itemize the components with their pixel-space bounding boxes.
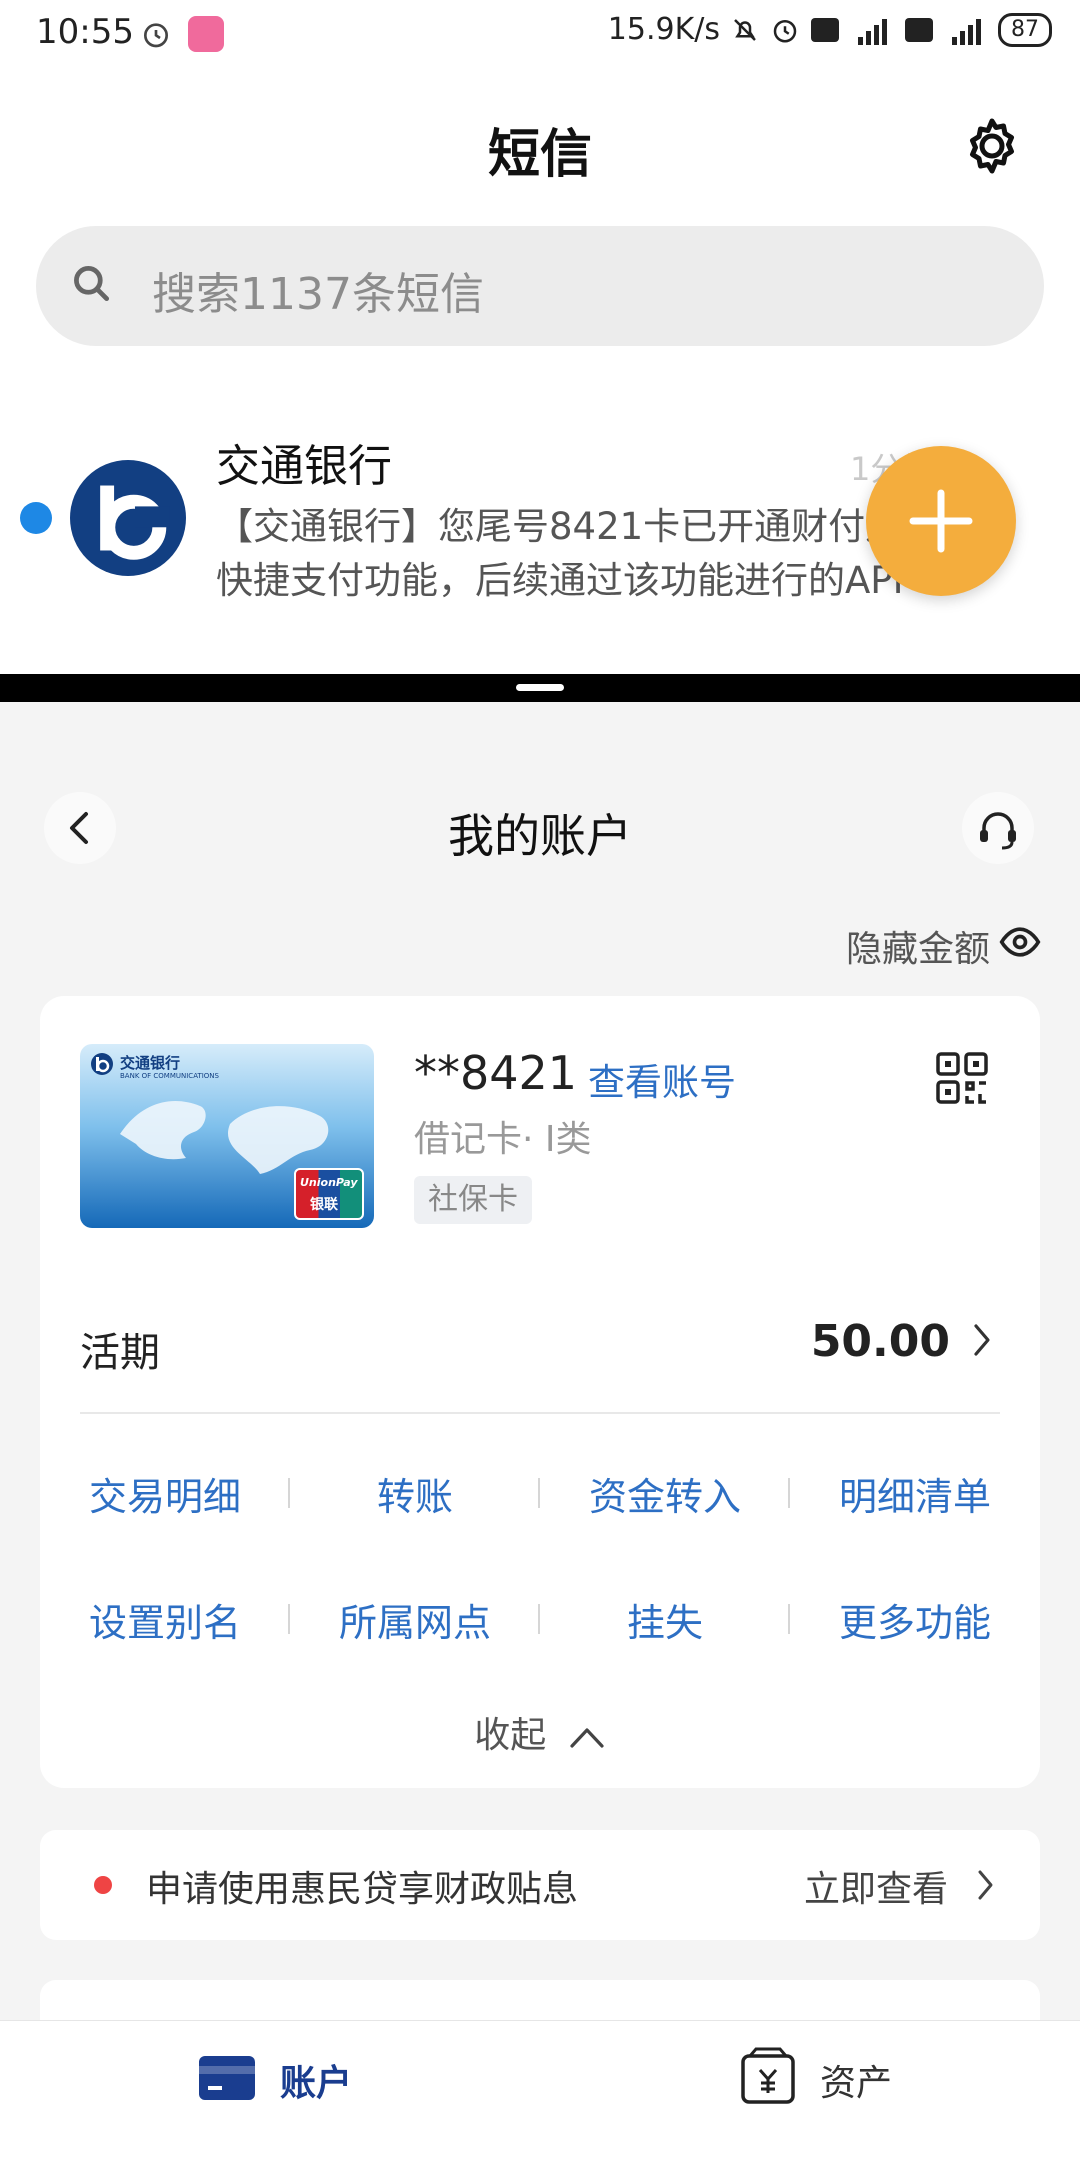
action-transfer[interactable]: 转账 [305,1466,525,1521]
customer-service-button[interactable] [962,792,1034,864]
unionpay-cn-text: 银联 [310,1197,338,1213]
unionpay-logo: UnionPay 银联 [294,1168,364,1220]
action-separator [788,1478,790,1508]
wallet-yuan-icon[interactable] [740,2046,796,2106]
status-bar: 10:55 15.9K/s 87 [0,0,1080,70]
sms-title: 短信 [487,125,592,185]
sms-sender[interactable]: 交通银行 [216,430,392,494]
unionpay-text: UnionPay [300,1176,358,1189]
promo-view-link[interactable]: 立即查看 [804,1860,948,1912]
panel-divider [80,1412,1000,1414]
signal-icon [952,18,981,45]
promo-text[interactable]: 申请使用惠民贷享财政贴息 [146,1860,578,1912]
sms-preview[interactable]: 【交通银行】您尾号8421卡已开通财付通快捷支付功能，后续通过该功能进行的API [216,500,916,608]
status-right: 15.9K/s 87 [608,12,1052,47]
alarm-icon [773,19,797,42]
action-detail-statement[interactable]: 明细清单 [805,1466,1025,1521]
mute-icon [734,18,756,41]
hide-amount-toggle[interactable]: 隐藏金额 [846,920,990,972]
gear-icon[interactable] [962,116,1022,176]
network-speed: 15.9K/s [607,12,720,47]
view-account-link[interactable]: 查看账号 [588,1052,736,1106]
card-type: 借记卡· I类 [414,1119,592,1160]
bilibili-app-icon [188,16,224,52]
page-title: 我的账户 [448,809,632,863]
action-separator [538,1478,540,1508]
bottom-tab-bar [0,2020,1080,2161]
action-separator [288,1478,290,1508]
deposit-label: 活期 [80,1330,160,1376]
action-set-alias[interactable]: 设置别名 [55,1592,275,1647]
chevron-right-icon[interactable] [976,1868,996,1902]
collapse-toggle[interactable]: 收起 [0,1706,1080,1758]
promo-dot [94,1876,112,1894]
signal-icon [858,18,887,45]
new-message-button[interactable] [866,446,1016,596]
eye-icon[interactable] [998,920,1042,964]
collapse-label: 收起 [474,1715,547,1756]
battery-indicator: 87 [998,12,1052,47]
bocom-card-logo-icon [91,1053,113,1075]
chevron-right-icon[interactable] [970,1320,994,1360]
plus-icon [909,489,973,553]
bank-avatar[interactable] [70,460,186,576]
action-separator [788,1604,790,1634]
card-bank-name: 交通银行 [120,1054,181,1072]
next-card-peek [40,1980,1040,2020]
action-separator [538,1604,540,1634]
card-icon[interactable] [198,2054,256,2102]
card-tag: 社保卡 [414,1176,532,1224]
chevron-up-icon [570,1728,604,1748]
split-handle[interactable] [516,684,564,691]
action-fund-transfer-in[interactable]: 资金转入 [555,1466,775,1521]
account-number: **8421 [414,1046,578,1100]
hd-icon [811,17,839,42]
tab-account[interactable]: 账户 [280,2054,352,2106]
alarm-icon [144,23,168,48]
action-more-functions[interactable]: 更多功能 [805,1592,1025,1647]
search-icon [74,266,110,302]
search-placeholder: 搜索1137条短信 [152,269,484,320]
action-separator [288,1604,290,1634]
bank-card-image[interactable]: 交通银行 BANK OF COMMUNICATIONS UnionPay 银联 [80,1044,374,1228]
card-bank-name-en: BANK OF COMMUNICATIONS [120,1072,219,1080]
qr-code-icon[interactable] [936,1052,988,1104]
status-time: 10:55 [36,12,134,52]
bocom-logo-icon [100,485,170,560]
headset-icon [980,812,1016,850]
unread-dot [20,502,52,534]
deposit-balance[interactable]: 50.00 [800,1316,950,1367]
action-transaction-details[interactable]: 交易明细 [55,1466,275,1521]
action-branch[interactable]: 所属网点 [305,1592,525,1647]
hd-icon [905,17,933,42]
tab-assets[interactable]: 资产 [820,2054,892,2106]
action-report-loss[interactable]: 挂失 [555,1592,775,1647]
